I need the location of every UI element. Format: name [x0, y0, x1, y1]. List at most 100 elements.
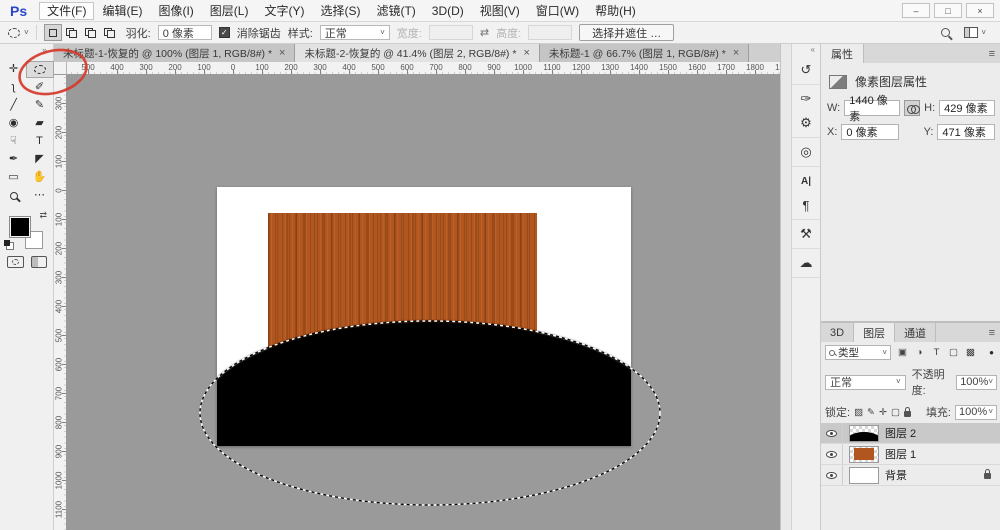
select-and-mask-button[interactable]: 选择并遮住 … — [579, 24, 674, 41]
tab-channels[interactable]: 通道 — [895, 323, 936, 342]
x-value-field[interactable]: 0 像素 — [841, 124, 899, 140]
search-icon[interactable] — [941, 28, 950, 37]
quick-selection-tool[interactable]: ✐ — [27, 80, 53, 95]
dock-collapse-button[interactable]: « — [792, 44, 820, 56]
feather-input[interactable]: 0 像素 — [158, 25, 212, 40]
horizontal-ruler[interactable]: 5004003002001000100200300400500600700800… — [67, 62, 780, 75]
default-colors-icon[interactable] — [4, 240, 14, 250]
clone-stamp-tool[interactable]: ◉ — [1, 116, 27, 131]
fill-field[interactable]: 100% ˅ — [955, 405, 997, 420]
pen-tool[interactable]: ✒ — [1, 152, 27, 167]
layer-thumbnail[interactable] — [849, 446, 879, 463]
adjustment-layer-filter-icon[interactable]: ◑ — [912, 345, 927, 360]
brushes-panel-icon[interactable]: ✑ — [792, 87, 820, 111]
menu-item-4[interactable]: 文字(Y) — [256, 2, 312, 20]
elliptical-marquee-tool[interactable] — [27, 62, 53, 77]
antialias-checkbox[interactable]: ✓ — [219, 27, 230, 38]
lock-position-icon[interactable]: ✛ — [879, 407, 887, 418]
menu-item-1[interactable]: 编辑(E) — [94, 2, 150, 20]
tool-preset-picker[interactable]: ˅ — [8, 28, 29, 38]
layer-filter-toggle[interactable]: ● — [989, 348, 997, 357]
menu-item-2[interactable]: 图像(I) — [150, 2, 201, 20]
libraries-panel-icon[interactable]: ☁ — [792, 251, 820, 275]
shape-layer-filter-icon[interactable]: ▢ — [946, 345, 961, 360]
add-to-selection-button[interactable] — [63, 24, 81, 41]
swap-dimensions-icon[interactable]: ⇄ — [480, 26, 489, 39]
layer-row-2[interactable]: 背景 — [821, 465, 1000, 486]
quick-mask-button[interactable] — [7, 256, 24, 268]
menu-item-5[interactable]: 选择(S) — [312, 2, 368, 20]
path-selection-tool[interactable]: ◤ — [27, 152, 53, 167]
paragraph-panel-icon[interactable]: ¶ — [792, 193, 820, 217]
panel-menu-icon[interactable]: ≡ — [983, 323, 1000, 342]
type-tool[interactable]: T — [27, 134, 53, 149]
visibility-cell[interactable] — [821, 444, 843, 464]
visibility-cell[interactable] — [821, 423, 843, 443]
clone-source-panel-icon[interactable]: ◎ — [792, 140, 820, 164]
smudge-tool[interactable]: ☟ — [1, 134, 27, 149]
menu-item-6[interactable]: 滤镜(T) — [368, 2, 423, 20]
menu-item-10[interactable]: 帮助(H) — [587, 2, 644, 20]
workspace-switcher[interactable]: ˅ — [964, 27, 986, 38]
y-value-field[interactable]: 471 像素 — [937, 124, 995, 140]
brush-tool[interactable]: ✎ — [27, 98, 53, 113]
close-button[interactable]: × — [966, 3, 994, 18]
toolbar-collapse-button[interactable]: » — [0, 44, 53, 58]
layer-thumbnail[interactable] — [849, 467, 879, 484]
document-tab-2[interactable]: 未标题-1 @ 66.7% (图层 1, RGB/8#) *× — [540, 44, 749, 62]
rectangle-tool[interactable]: ▭ — [1, 170, 27, 185]
close-icon[interactable]: × — [733, 47, 739, 59]
new-selection-button[interactable] — [44, 24, 62, 41]
layer-thumbnail[interactable] — [849, 425, 879, 442]
move-tool[interactable]: ✛ — [1, 62, 27, 77]
lasso-tool[interactable]: ʅ — [1, 80, 27, 95]
width-value-field[interactable]: 1440 像素 — [844, 100, 900, 116]
opacity-field[interactable]: 100% ˅ — [956, 375, 997, 390]
document-tab-1[interactable]: 未标题-2-恢复的 @ 41.4% (图层 2, RGB/8#) *× — [295, 44, 539, 62]
close-icon[interactable]: × — [523, 47, 529, 59]
lock-artboard-icon[interactable]: ▢ — [891, 407, 900, 418]
visibility-cell[interactable] — [821, 465, 843, 485]
menu-item-3[interactable]: 图层(L) — [202, 2, 257, 20]
minimize-button[interactable]: – — [902, 3, 930, 18]
lock-image-pixels-icon[interactable]: ✎ — [867, 407, 875, 418]
ruler-origin-corner[interactable] — [54, 62, 67, 75]
swap-colors-icon[interactable]: ⇄ — [39, 210, 47, 221]
character-panel-icon[interactable]: A| — [792, 169, 820, 193]
pixel-layer-filter-icon[interactable]: ▣ — [895, 345, 910, 360]
blend-mode-select[interactable]: 正常 ˅ — [825, 375, 906, 390]
smart-object-filter-icon[interactable]: ▩ — [963, 345, 978, 360]
hand-tool[interactable]: ✋ — [27, 170, 53, 185]
document-tab-0[interactable]: 未标题-1-恢复的 @ 100% (图层 1, RGB/8#) *× — [54, 44, 295, 62]
intersect-selection-button[interactable] — [101, 24, 119, 41]
lock-transparent-pixels-icon[interactable]: ▨ — [854, 407, 863, 418]
eraser-tool[interactable]: ▰ — [27, 116, 53, 131]
zoom-tool[interactable] — [1, 188, 27, 203]
tab-layers[interactable]: 图层 — [854, 323, 895, 342]
panel-menu-icon[interactable]: ≡ — [983, 44, 1000, 63]
maximize-button[interactable]: □ — [934, 3, 962, 18]
layer-filter-select[interactable]: 类型 ˅ — [825, 345, 891, 360]
history-panel-icon[interactable]: ↺ — [792, 58, 820, 82]
menu-item-8[interactable]: 视图(V) — [472, 2, 528, 20]
brush-settings-panel-icon[interactable]: ⚙ — [792, 111, 820, 135]
tab-3d[interactable]: 3D — [821, 323, 854, 342]
type-layer-filter-icon[interactable]: T — [929, 345, 944, 360]
layer-row-0[interactable]: 图层 2 — [821, 423, 1000, 444]
vertical-ruler[interactable]: 3002001000100200300400500600700800900100… — [54, 75, 67, 530]
height-value-field[interactable]: 429 像素 — [939, 100, 995, 116]
screen-mode-button[interactable] — [31, 256, 47, 268]
lock-all-icon[interactable] — [904, 411, 911, 417]
edit-toolbar[interactable]: ⋯ — [27, 188, 53, 203]
close-icon[interactable]: × — [279, 47, 285, 59]
eyedropper-tool[interactable]: ╱ — [1, 98, 27, 113]
menu-item-0[interactable]: 文件(F) — [39, 2, 94, 20]
link-dimensions-button[interactable] — [904, 100, 920, 116]
menu-item-9[interactable]: 窗口(W) — [528, 2, 587, 20]
layer-row-1[interactable]: 图层 1 — [821, 444, 1000, 465]
menu-item-7[interactable]: 3D(D) — [424, 2, 472, 20]
style-select[interactable]: 正常 ˅ — [320, 25, 390, 40]
tool-presets-panel-icon[interactable]: ⚒ — [792, 222, 820, 246]
subtract-from-selection-button[interactable] — [82, 24, 100, 41]
tab-properties[interactable]: 属性 — [821, 44, 864, 63]
